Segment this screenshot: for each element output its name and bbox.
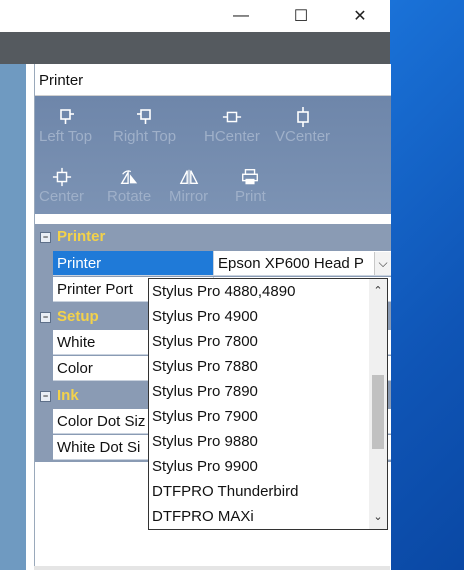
right-top-label: Right Top bbox=[113, 128, 177, 145]
minimize-icon: — bbox=[233, 7, 249, 24]
collapse-icon[interactable]: − bbox=[40, 391, 51, 402]
horizontal-center-icon bbox=[222, 106, 242, 128]
dropdown-option[interactable]: Stylus Pro 7890 bbox=[152, 379, 258, 404]
scroll-up-icon[interactable]: ⌃ bbox=[369, 281, 387, 301]
dropdown-option[interactable]: DTFPRO MAXi bbox=[152, 504, 254, 529]
vertical-center-icon bbox=[293, 106, 313, 128]
right-top-button[interactable]: Right Top bbox=[113, 106, 176, 145]
category-setup-label: Setup bbox=[57, 308, 99, 325]
hcenter-label: HCenter bbox=[204, 128, 260, 145]
rotate-button[interactable]: Rotate bbox=[107, 166, 151, 205]
desktop-gradient bbox=[390, 0, 464, 570]
chevron-down-icon[interactable]: ⌵ bbox=[374, 252, 391, 275]
dropdown-scrollbar[interactable]: ⌃ ⌄ bbox=[369, 279, 387, 529]
maximize-icon: ☐ bbox=[293, 8, 309, 25]
printer-select-value: Epson XP600 Head P bbox=[218, 255, 364, 272]
close-icon: ✕ bbox=[353, 8, 367, 25]
dropdown-option[interactable]: DTFPRO Thunderbird bbox=[152, 479, 298, 504]
rotate-icon bbox=[119, 166, 139, 188]
left-top-button[interactable]: Left Top bbox=[39, 106, 92, 145]
category-ink-label: Ink bbox=[57, 387, 79, 404]
collapse-icon[interactable]: − bbox=[40, 232, 51, 243]
print-button[interactable]: Print bbox=[235, 166, 266, 205]
toolbar: Left Top Right Top HCenter VCenter Cente… bbox=[35, 96, 391, 214]
print-label: Print bbox=[235, 188, 266, 205]
panel-title: Printer bbox=[35, 64, 391, 96]
printer-select[interactable]: Epson XP600 Head P ⌵ bbox=[213, 251, 391, 276]
dropdown-option[interactable]: Stylus Pro 4880,4890 bbox=[152, 279, 295, 304]
left-top-label: Left Top bbox=[39, 128, 93, 145]
scroll-down-icon[interactable]: ⌄ bbox=[369, 507, 387, 527]
mirror-label: Mirror bbox=[169, 188, 209, 205]
category-printer[interactable]: − Printer bbox=[35, 224, 391, 250]
property-row-printer[interactable]: Printer Epson XP600 Head P ⌵ bbox=[53, 251, 391, 277]
hcenter-button[interactable]: HCenter bbox=[204, 106, 260, 145]
vcenter-button[interactable]: VCenter bbox=[275, 106, 330, 145]
print-icon bbox=[240, 166, 260, 188]
dropdown-option[interactable]: Stylus Pro 7800 bbox=[152, 329, 258, 354]
dropdown-option[interactable]: Stylus Pro 7900 bbox=[152, 404, 258, 429]
dropdown-option[interactable]: Stylus Pro 9880 bbox=[152, 429, 258, 454]
right-top-align-icon bbox=[135, 106, 155, 128]
printer-dropdown-list[interactable]: Stylus Pro 4880,4890 Stylus Pro 4900 Sty… bbox=[148, 278, 388, 530]
dropdown-option[interactable]: Stylus Pro 9900 bbox=[152, 454, 258, 479]
mirror-icon bbox=[179, 166, 199, 188]
left-top-align-icon bbox=[56, 106, 76, 128]
center-button[interactable]: Center bbox=[39, 166, 84, 205]
left-panel-edge bbox=[26, 64, 34, 570]
menu-strip bbox=[0, 32, 390, 64]
center-icon bbox=[52, 166, 72, 188]
category-printer-label: Printer bbox=[57, 228, 106, 245]
dropdown-option[interactable]: Stylus Pro 7880 bbox=[152, 354, 258, 379]
mirror-button[interactable]: Mirror bbox=[169, 166, 208, 205]
maximize-button[interactable]: ☐ bbox=[278, 0, 324, 32]
close-button[interactable]: ✕ bbox=[337, 0, 383, 32]
collapse-icon[interactable]: − bbox=[40, 312, 51, 323]
center-label: Center bbox=[39, 188, 85, 205]
minimize-button[interactable]: — bbox=[218, 0, 264, 32]
window-titlebar: — ☐ ✕ bbox=[0, 0, 390, 32]
left-side-panel bbox=[0, 64, 26, 570]
property-name: Printer bbox=[53, 251, 213, 276]
rotate-label: Rotate bbox=[107, 188, 152, 205]
panel-bottom-edge bbox=[34, 566, 390, 570]
desktop-background bbox=[390, 0, 464, 570]
scrollbar-thumb[interactable] bbox=[372, 375, 384, 449]
dropdown-option[interactable]: Stylus Pro 4900 bbox=[152, 304, 258, 329]
vcenter-label: VCenter bbox=[275, 128, 331, 145]
